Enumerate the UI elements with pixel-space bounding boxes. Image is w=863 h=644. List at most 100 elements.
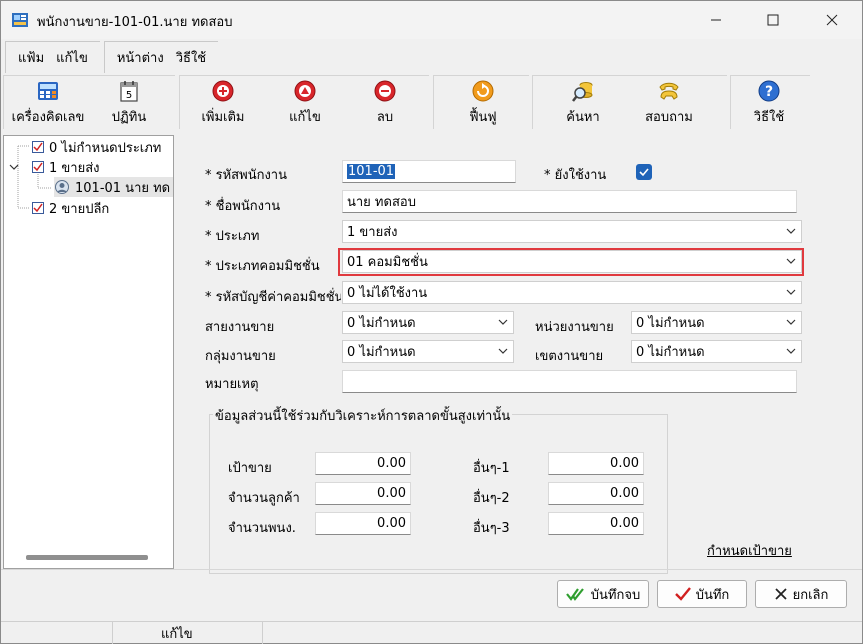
tree-horizontal-scrollbar[interactable] — [26, 555, 148, 560]
minimize-button[interactable] — [693, 1, 739, 39]
set-target-link[interactable]: กำหนดเป้าขาย — [707, 540, 792, 561]
window-title: พนักงานขาย-101-01.นาย ทดสอบ — [37, 15, 233, 30]
x-icon — [774, 588, 787, 600]
phone-icon — [659, 82, 679, 100]
tree-item-label: 2 ขายปลีก — [49, 201, 110, 217]
other1-value: 0.00 — [610, 456, 639, 471]
calendar-icon: 5 — [120, 81, 138, 102]
help-icon: ? — [758, 80, 780, 102]
edit-button[interactable]: แก้ไข — [275, 77, 335, 129]
check-icon — [639, 168, 649, 177]
highlight-box — [338, 248, 804, 276]
checklist-icon — [32, 141, 44, 153]
tree-item-label: 101-01 นาย ทด — [75, 180, 171, 196]
menu-file[interactable]: แฟ้ม — [12, 47, 50, 68]
sales-unit-label: หน่วยงานขาย — [535, 320, 614, 335]
close-window-button[interactable] — [809, 1, 855, 39]
active-label: * ยังใช้งาน — [544, 168, 607, 183]
other3-value: 0.00 — [610, 516, 639, 531]
title-bar: พนักงานขาย-101-01.นาย ทดสอบ — [1, 1, 862, 39]
sales-line-select[interactable]: 0 ไม่กำหนด — [342, 311, 514, 334]
type-select[interactable]: 1 ขายส่ง — [342, 220, 802, 243]
tree-item-label: 1 ขายส่ง — [49, 160, 100, 176]
sales-zone-label: เขตงานขาย — [535, 349, 604, 364]
menu-bar: แฟ้ม แก้ไข หน้าต่าง วิธีใช้ — [5, 41, 222, 73]
add-icon — [212, 80, 234, 102]
calculator-icon — [38, 82, 58, 100]
menu-window[interactable]: หน้าต่าง — [111, 47, 170, 68]
customers-value: 0.00 — [377, 486, 406, 501]
menu-help[interactable]: วิธีใช้ — [170, 47, 212, 68]
refresh-icon — [472, 80, 494, 102]
maximize-button[interactable] — [750, 1, 796, 39]
status-mode-label: แก้ไข — [161, 626, 193, 642]
chevron-down-icon — [498, 319, 508, 325]
sales-unit-select[interactable]: 0 ไม่กำหนด — [631, 311, 802, 334]
save-button[interactable]: บันทึก — [657, 580, 747, 608]
sales-zone-select[interactable]: 0 ไม่กำหนด — [631, 340, 802, 363]
commission-account-select[interactable]: 0 ไม่ได้ใช้งาน — [342, 281, 802, 304]
help-label: วิธีใช้ — [753, 110, 785, 125]
other2-label: อื่นๆ-2 — [473, 491, 510, 506]
other1-input[interactable]: 0.00 — [548, 452, 644, 475]
chevron-down-icon — [786, 289, 796, 295]
delete-button[interactable]: ลบ — [355, 77, 415, 129]
calculator-button[interactable]: เครื่องคิดเลข — [9, 77, 87, 129]
calendar-button[interactable]: 5 ปฏิทิน — [99, 77, 159, 129]
sales-unit-value: 0 ไม่กำหนด — [636, 316, 705, 331]
chevron-down-icon — [498, 348, 508, 354]
employee-icon — [55, 180, 69, 194]
emp-code-input[interactable]: 101-01 — [342, 160, 516, 183]
commission-account-value: 0 ไม่ได้ใช้งาน — [347, 286, 428, 301]
category-tree[interactable]: 0 ไม่กำหนดประเภท 1 ขายส่ง 101-01 นาย ทด … — [3, 135, 174, 569]
search-button[interactable]: ค้นหา — [551, 77, 615, 129]
staff-label: จำนวนพนง. — [228, 521, 296, 536]
other2-input[interactable]: 0.00 — [548, 482, 644, 505]
main-window: พนักงานขาย-101-01.นาย ทดสอบ แฟ้ม แก้ไข ห… — [0, 0, 863, 644]
minimize-icon — [711, 19, 721, 21]
tree-item-wholesale[interactable]: 1 ขายส่ง — [32, 157, 100, 177]
add-button[interactable]: เพิ่มเติม — [193, 77, 253, 129]
help-button[interactable]: ? วิธีใช้ — [739, 77, 799, 129]
tree-expand-icon[interactable] — [9, 162, 19, 172]
customers-input[interactable]: 0.00 — [315, 482, 411, 505]
commission-type-label: * ประเภทคอมมิชชั่น — [205, 259, 320, 274]
inquiry-button[interactable]: สอบถาม — [637, 77, 701, 129]
status-mode: แก้ไข — [113, 622, 263, 644]
tree-item-retail[interactable]: 2 ขายปลีก — [32, 198, 109, 218]
delete-icon — [374, 80, 396, 102]
menu-edit[interactable]: แก้ไข — [50, 47, 94, 68]
remark-input[interactable] — [342, 370, 797, 393]
sales-group-select[interactable]: 0 ไม่กำหนด — [342, 340, 514, 363]
emp-name-value: นาย ทดสอบ — [347, 195, 416, 210]
search-icon — [572, 82, 593, 102]
type-value: 1 ขายส่ง — [347, 225, 398, 240]
emp-name-input[interactable]: นาย ทดสอบ — [342, 190, 797, 213]
checklist-icon — [32, 161, 44, 173]
add-label: เพิ่มเติม — [201, 110, 245, 125]
emp-code-value: 101-01 — [347, 164, 396, 179]
tree-item-unassigned[interactable]: 0 ไม่กำหนดประเภท — [32, 137, 161, 157]
chevron-down-icon — [786, 228, 796, 234]
restore-button[interactable]: ฟื้นฟู — [451, 77, 515, 129]
active-checkbox[interactable] — [636, 164, 652, 180]
staff-input[interactable]: 0.00 — [315, 512, 411, 535]
target-input[interactable]: 0.00 — [315, 452, 411, 475]
edit-icon — [294, 80, 316, 102]
sales-line-value: 0 ไม่กำหนด — [347, 316, 416, 331]
app-icon — [12, 13, 28, 27]
tree-item-label: 0 ไม่กำหนดประเภท — [49, 140, 162, 156]
target-value: 0.00 — [377, 456, 406, 471]
inquiry-label: สอบถาม — [645, 110, 693, 125]
restore-label: ฟื้นฟู — [469, 110, 497, 125]
sales-group-label: กลุ่มงานขาย — [205, 349, 276, 364]
search-label: ค้นหา — [566, 110, 600, 125]
tree-item-employee[interactable]: 101-01 นาย ทด — [54, 177, 173, 197]
save-close-button[interactable]: บันทึกจบ — [557, 580, 649, 608]
staff-value: 0.00 — [377, 516, 406, 531]
emp-name-label: * ชื่อพนักงาน — [205, 199, 281, 214]
cancel-button[interactable]: ยกเลิก — [755, 580, 847, 608]
sales-line-label: สายงานขาย — [205, 320, 275, 335]
other3-input[interactable]: 0.00 — [548, 512, 644, 535]
calendar-label: ปฏิทิน — [111, 110, 147, 125]
